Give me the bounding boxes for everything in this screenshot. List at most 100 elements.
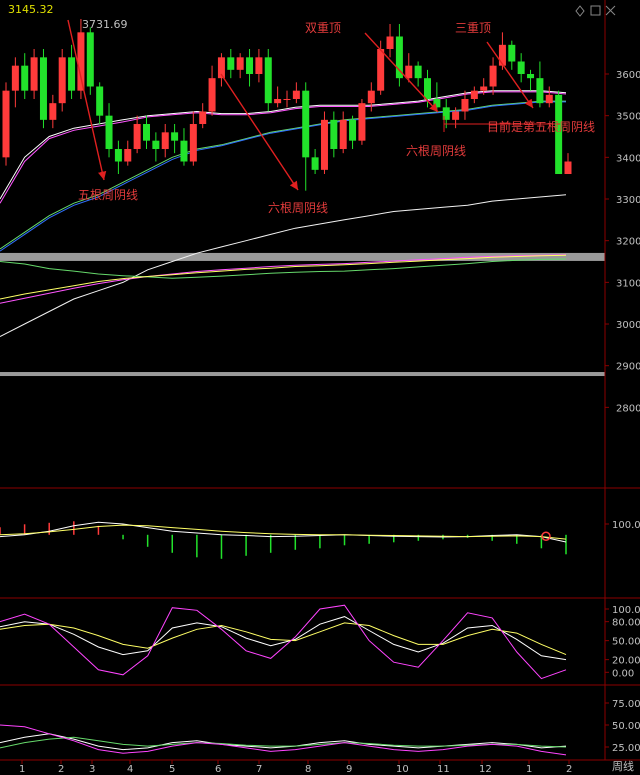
x-tick-label: 2 [58, 764, 64, 775]
macd-dif-line [0, 521, 567, 543]
candle-up [461, 99, 469, 112]
candle-up [189, 124, 197, 162]
y-tick-label: 80.00 [612, 618, 640, 629]
y-tick-label: 0.00 [612, 668, 634, 679]
y-tick-label: 100.00 [612, 605, 640, 616]
candle-up [124, 149, 132, 162]
candle-up [199, 111, 207, 125]
candle-down [68, 57, 76, 91]
candle-down [96, 86, 104, 116]
y-tick-label: 2800 [616, 403, 640, 414]
annotation-six-weekly-bearish-2: 六根周阴线 [406, 144, 466, 158]
x-tick-label: 1 [19, 764, 25, 775]
y-tick-label: 25.00 [612, 743, 640, 754]
candle-down [171, 132, 179, 141]
candle-up [545, 94, 553, 104]
candle-down [152, 140, 160, 150]
x-tick-label: 10 [396, 764, 409, 775]
candle-down [555, 94, 563, 175]
candle-down [143, 124, 150, 141]
candle-up [133, 124, 141, 150]
candle-down [517, 61, 525, 74]
candle-down [180, 140, 188, 162]
x-tick-label: 11 [437, 764, 450, 775]
candle-down [433, 99, 441, 108]
kdj-j-line [0, 604, 567, 680]
candle-up [498, 44, 506, 66]
y-tick-label: 20.00 [612, 656, 640, 667]
candle-up [292, 90, 300, 100]
y-tick-label: 2900 [616, 362, 640, 373]
candle-up [236, 57, 244, 70]
candle-up [470, 90, 478, 100]
candle-up [49, 103, 57, 120]
candle-down [39, 57, 47, 120]
y-tick-label: 50.00 [612, 637, 640, 648]
candle-down [536, 78, 544, 104]
candle-up [358, 103, 366, 141]
candle-down [114, 149, 122, 162]
peak-price-label: 3731.69 [82, 18, 128, 31]
annotation-double-top: 双重顶 [305, 21, 341, 35]
candle-down [508, 44, 516, 62]
candle-down [227, 57, 235, 70]
y-tick-label: 3100 [616, 278, 640, 289]
candle-up [208, 78, 216, 112]
candle-up [11, 65, 19, 91]
candle-down [264, 57, 272, 104]
y-tick-label: 50.00 [612, 721, 640, 732]
candle-up [480, 86, 488, 91]
x-tick-label: 6 [215, 764, 221, 775]
annotation-triple-top: 三重顶 [455, 21, 491, 35]
rsi-line-1 [0, 733, 567, 751]
price-label: 3145.32 [8, 3, 54, 16]
moving-average-line [0, 91, 567, 204]
candle-down [21, 65, 29, 91]
annotation-arrow [220, 73, 299, 191]
moving-average-line [0, 254, 567, 300]
restore-icon[interactable] [590, 5, 601, 16]
period-label[interactable]: 周线 [612, 759, 634, 773]
candle-down [527, 74, 535, 79]
moving-average-line [0, 258, 567, 279]
kline-chart: 3600350034003300320031003000290028001 2 3 4… [0, 0, 640, 775]
kdj-k-line [0, 616, 567, 661]
annotation-five-weekly-bearish: 五根周阴线 [78, 188, 138, 202]
highlight-marker [541, 531, 551, 541]
candle-up [564, 161, 572, 175]
candle-down [311, 157, 319, 170]
candle-up [2, 90, 10, 158]
y-tick-label: 3500 [616, 112, 640, 123]
candle-up [161, 132, 169, 150]
candle-up [274, 99, 282, 104]
candle-up [255, 57, 263, 74]
macd-dea-line [0, 524, 567, 540]
x-tick-label: 4 [127, 764, 133, 775]
y-tick-label: 3300 [616, 195, 640, 206]
kdj-d-line [0, 622, 567, 656]
candle-up [367, 90, 375, 104]
y-tick-label: 3200 [616, 237, 640, 248]
candle-up [377, 48, 385, 91]
y-tick-label: 100.00 [612, 520, 640, 531]
close-icon[interactable] [605, 5, 616, 16]
rsi-line-3 [0, 724, 567, 756]
diamond-icon[interactable] [575, 5, 585, 17]
price-band [0, 372, 605, 377]
candle-up [30, 57, 38, 91]
candle-up [452, 111, 460, 120]
axes: 3600350034003300320031003000290028001 2 3 4… [0, 0, 640, 775]
moving-average-line [0, 100, 566, 250]
rsi-panel [0, 724, 567, 756]
candle-down [105, 115, 113, 150]
candle-down [246, 57, 254, 74]
x-tick-label: 5 [169, 764, 175, 775]
x-tick-label: 12 [479, 764, 492, 775]
x-tick-label: 7 [256, 764, 262, 775]
x-tick-label: 8 [305, 764, 311, 775]
candle-down [414, 65, 422, 79]
candle-up [386, 36, 394, 49]
candle-up [58, 57, 66, 104]
candle-up [77, 32, 85, 91]
annotation-six-weekly-bearish-1: 六根周阴线 [268, 201, 328, 215]
